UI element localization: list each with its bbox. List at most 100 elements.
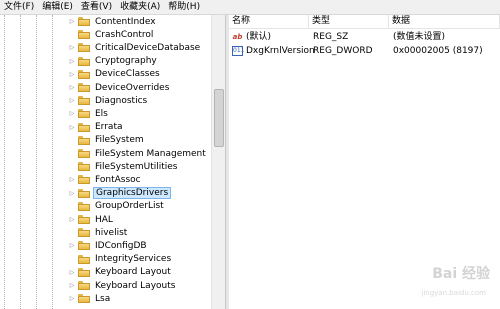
value-type: REG_DWORD [313, 46, 373, 56]
folder-icon [78, 228, 90, 238]
registry-tree[interactable]: ▷ContentIndex▷CrashControl▷CriticalDevic… [0, 15, 226, 309]
value-data: 0x00002005 (8197) [393, 46, 483, 56]
expand-arrow-icon[interactable]: ▷ [68, 294, 76, 303]
expand-arrow-icon[interactable]: ▷ [68, 281, 76, 290]
tree-guide-line [20, 15, 21, 309]
folder-icon [78, 201, 90, 211]
tree-item[interactable]: ▷hivelist [68, 226, 129, 239]
baidu-watermark-url: jingyan.baidu.com [421, 289, 486, 297]
column-header-name[interactable]: 名称 [229, 15, 309, 28]
expand-arrow-icon[interactable]: ▷ [68, 43, 76, 52]
tree-item-label: Diagnostics [95, 95, 148, 106]
list-row[interactable]: ab (默认) REG_SZ (数值未设置) [229, 31, 500, 44]
dword-value-icon: 011 [232, 46, 245, 56]
folder-icon [78, 109, 90, 119]
tree-item[interactable]: ▷FileSystem [68, 134, 146, 147]
tree-item[interactable]: ▷ Keyboard Layout [68, 266, 173, 279]
expand-arrow-icon[interactable]: ▷ [68, 17, 76, 26]
folder-icon [78, 175, 90, 185]
tree-item[interactable]: ▷ ContentIndex [68, 15, 158, 28]
folder-icon [78, 294, 90, 304]
folder-icon [78, 149, 90, 158]
tree-item[interactable]: ▷ Cryptography [68, 55, 159, 68]
column-header-data[interactable]: 数据 [389, 15, 500, 28]
tree-item-label: DeviceOverrides [95, 82, 170, 93]
tree-item-label: Keyboard Layouts [95, 280, 176, 291]
tree-item-label: GraphicsDrivers [93, 187, 172, 200]
expand-arrow-icon[interactable]: ▷ [68, 215, 76, 224]
tree-item[interactable]: ▷ GraphicsDrivers [68, 187, 172, 200]
expand-arrow-icon[interactable]: ▷ [68, 241, 76, 250]
column-header-type[interactable]: 类型 [309, 15, 389, 28]
menu-help[interactable]: 帮助(H) [164, 0, 204, 14]
tree-item[interactable]: ▷ FontAssoc [68, 173, 143, 186]
tree-guide-line [52, 15, 53, 309]
tree-item[interactable]: ▷ DeviceOverrides [68, 81, 171, 94]
list-row[interactable]: 011 DxgKrnlVersion REG_DWORD 0x00002005 … [229, 45, 500, 58]
tree-item[interactable]: ▷ Keyboard Layouts [68, 279, 177, 292]
folder-icon [78, 188, 90, 198]
tree-item-label: DeviceClasses [95, 69, 160, 80]
tree-item-label: CriticalDeviceDatabase [95, 42, 201, 53]
tree-item[interactable]: ▷FileSystemUtilities [68, 160, 180, 173]
folder-icon [78, 254, 90, 264]
folder-icon [78, 241, 90, 251]
expand-arrow-icon[interactable]: ▷ [68, 189, 76, 198]
folder-icon [78, 267, 90, 277]
folder-icon [78, 281, 90, 290]
tree-item[interactable]: ▷ Errata [68, 121, 125, 134]
tree-item-label: hivelist [95, 227, 128, 238]
tree-item[interactable]: ▷FileSystem Management [68, 147, 208, 160]
tree-item[interactable]: ▷ DeviceClasses [68, 68, 162, 81]
tree-item[interactable]: ▷ HAL [68, 213, 115, 226]
tree-guide-line [4, 15, 5, 309]
baidu-watermark: Bai 经验 [432, 266, 490, 282]
expand-arrow-icon[interactable]: ▷ [68, 57, 76, 66]
tree-item[interactable]: ▷IntegrityServices [68, 253, 173, 266]
expand-arrow-icon[interactable]: ▷ [68, 109, 76, 118]
tree-item-label: HAL [95, 214, 113, 225]
values-list[interactable]: 名称 类型 数据 ab (默认) REG_SZ (数值未设置) 011 DxgK… [229, 15, 500, 309]
folder-icon [78, 56, 90, 66]
folder-icon [78, 83, 90, 92]
expand-arrow-icon[interactable]: ▷ [68, 123, 76, 132]
value-type: REG_SZ [313, 32, 349, 42]
menu-view[interactable]: 查看(V) [77, 0, 116, 14]
scrollbar-thumb[interactable] [214, 89, 224, 147]
tree-item-label: Els [95, 108, 108, 119]
tree-item-label: FontAssoc [95, 174, 141, 185]
folder-icon [78, 122, 90, 132]
expand-arrow-icon[interactable]: ▷ [68, 268, 76, 277]
tree-item[interactable]: ▷GroupOrderList [68, 200, 166, 213]
folder-icon [78, 43, 90, 53]
folder-icon [78, 30, 90, 40]
tree-item-label: ContentIndex [95, 16, 156, 27]
tree-item[interactable]: ▷ Diagnostics [68, 94, 149, 107]
tree-item[interactable]: ▷CrashControl [68, 28, 155, 41]
tree-item[interactable]: ▷ IDConfigDB [68, 239, 149, 252]
tree-item[interactable]: ▷ Els [68, 107, 110, 120]
tree-item-label: CrashControl [95, 29, 154, 40]
tree-vertical-scrollbar[interactable] [211, 15, 225, 309]
expand-arrow-icon[interactable]: ▷ [68, 70, 76, 79]
folder-icon [78, 135, 90, 145]
expand-arrow-icon[interactable]: ▷ [68, 96, 76, 105]
menu-bar: 文件(F) 编辑(E) 查看(V) 收藏夹(A) 帮助(H) [0, 0, 500, 15]
tree-item-label: FileSystem [95, 135, 144, 146]
tree-item-label: GroupOrderList [95, 201, 164, 212]
tree-item-label: FileSystem Management [95, 148, 206, 159]
folder-icon [78, 96, 90, 106]
tree-item-label: Cryptography [95, 56, 157, 67]
expand-arrow-icon[interactable]: ▷ [68, 83, 76, 92]
expand-arrow-icon[interactable]: ▷ [68, 175, 76, 184]
menu-edit[interactable]: 编辑(E) [38, 0, 77, 14]
tree-item[interactable]: ▷ CriticalDeviceDatabase [68, 41, 202, 54]
tree-item[interactable]: ▷ Lsa [68, 292, 112, 305]
list-header: 名称 类型 数据 [229, 15, 500, 29]
folder-icon [78, 17, 90, 26]
tree-guide-line [36, 15, 37, 309]
menu-favorites[interactable]: 收藏夹(A) [116, 0, 164, 14]
tree-item-label: IntegrityServices [95, 254, 172, 265]
menu-file[interactable]: 文件(F) [0, 0, 38, 14]
tree-item-label: Errata [95, 122, 123, 133]
